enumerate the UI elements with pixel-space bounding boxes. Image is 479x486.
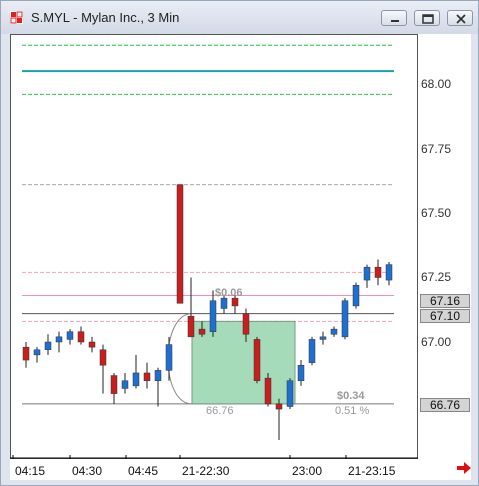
candle-body [363,266,371,281]
y-tick-label: 67.00 [421,335,452,349]
candle-body [242,313,250,335]
close-icon [456,14,466,24]
candle-body [297,364,305,381]
candle-body [33,349,41,356]
candle-body [209,300,217,332]
candle-body [121,380,129,389]
candle-body [319,336,327,340]
candle-body [231,297,239,307]
change-annotation-bottom: $0.34 [337,390,365,402]
restore-button[interactable] [414,10,440,26]
candle-body [286,380,294,407]
candle-body [154,370,162,381]
candle-body [143,372,151,381]
scroll-right-arrow-icon[interactable] [457,462,471,474]
candle-body [385,264,393,281]
candle-body [264,377,272,405]
candle-body [66,331,74,340]
percent-annotation: 0.51 % [335,405,370,417]
candle-body [374,266,382,278]
x-tick-label: 04:15 [15,464,46,478]
y-tick-label: 67.75 [421,142,452,156]
candle-body [165,344,173,371]
chart-window: S.MYL - Mylan Inc., 3 Min 68.00 67.75 67… [0,0,479,486]
candle-body [253,339,261,381]
candle-body [44,341,52,350]
x-tick-label: 21-23:15 [348,464,396,478]
candle-body [187,315,195,338]
candle-body [330,328,338,335]
close-button[interactable] [447,10,473,26]
x-tick-label: 04:30 [72,464,103,478]
candle-body [88,341,96,348]
minimize-button[interactable] [381,10,407,26]
price-badge: 67.10 [420,309,470,323]
restore-icon [422,14,434,24]
candle-body [77,331,85,343]
candle-body [99,349,107,366]
candle-body [176,184,184,304]
candle-body [55,336,63,343]
minimize-icon [391,20,399,22]
candle-body [220,297,228,309]
y-tick-label: 67.25 [421,270,452,284]
window-title: S.MYL - Mylan Inc., 3 Min [31,10,180,25]
app-logo-icon [10,11,23,24]
candle-body [308,339,316,363]
candle-body [341,300,349,338]
title-bar[interactable]: S.MYL - Mylan Inc., 3 Min [1,1,478,34]
x-tick-label: 04:45 [128,464,159,478]
candle-body [110,375,118,394]
candle-body [275,403,283,410]
price-badge: 66.76 [420,398,470,412]
price-badge: 67.16 [420,294,470,308]
y-tick-label: 67.50 [421,206,452,220]
candle-body [132,372,140,387]
x-tick-label: 21-22:30 [182,464,230,478]
change-annotation-top: $0.06 [215,287,243,299]
candle-body [352,284,360,307]
x-tick-label: 23:00 [292,464,323,478]
chart-area[interactable]: 68.00 67.75 67.50 67.25 67.00 67.16 67.1… [10,34,471,480]
candle-body [198,328,206,335]
price-annotation: 66.76 [206,405,234,417]
candle-body [22,346,30,361]
y-tick-label: 68.00 [421,77,452,91]
